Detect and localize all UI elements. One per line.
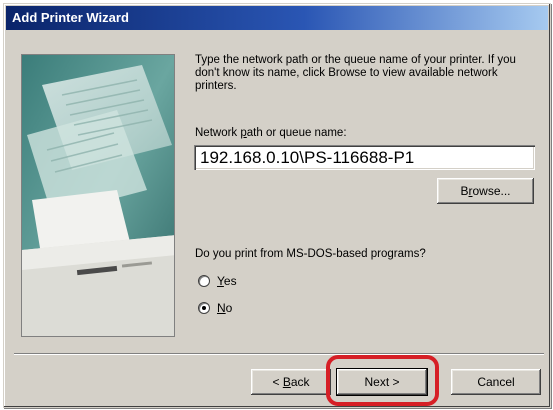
window-titlebar[interactable]: Add Printer Wizard xyxy=(6,6,548,30)
window-title: Add Printer Wizard xyxy=(12,10,129,25)
cancel-button[interactable]: Cancel xyxy=(451,369,541,395)
radio-no-label: No xyxy=(217,301,233,315)
radio-yes-label: Yes xyxy=(217,274,237,288)
instructions-text: Type the network path or the queue name … xyxy=(195,54,516,92)
next-button[interactable]: Next > xyxy=(337,369,427,395)
radio-no-indicator[interactable] xyxy=(198,302,210,314)
radio-no[interactable]: No xyxy=(198,301,232,315)
back-button[interactable]: < Back xyxy=(251,369,331,395)
radio-yes[interactable]: Yes xyxy=(198,274,237,288)
msdos-question: Do you print from MS-DOS-based programs? xyxy=(195,248,426,260)
wizard-illustration xyxy=(21,54,175,337)
network-path-input[interactable]: 192.168.0.10\PS-116688-P1 xyxy=(194,145,535,170)
browse-button[interactable]: Browse... xyxy=(437,178,534,204)
radio-yes-indicator[interactable] xyxy=(198,275,210,287)
footer-separator xyxy=(14,353,544,355)
network-path-label: Network path or queue name: xyxy=(195,127,347,139)
add-printer-wizard-window: Add Printer Wizard Type the network path… xyxy=(3,3,551,408)
